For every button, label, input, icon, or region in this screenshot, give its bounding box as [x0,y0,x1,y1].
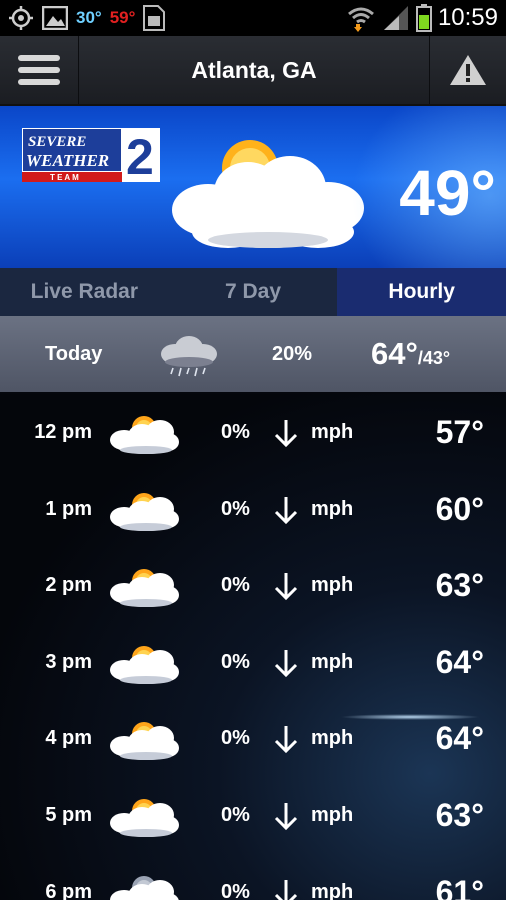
svg-text:T E A M: T E A M [50,173,79,182]
wind-unit: mph [311,804,354,826]
partly-cloudy-night-icon [110,875,179,900]
hour-label: 1 pm [45,497,92,520]
precipitation-value: 0% [221,574,250,597]
wind-unit: mph [311,497,354,520]
current-conditions: SEVERE WEATHER T E A M 2 49° [0,106,506,268]
today-high-low: 64°/43° [371,316,450,396]
sim-card-icon [143,5,166,31]
city-title: Atlanta, GA [191,57,317,83]
menu-button[interactable] [0,36,79,104]
hour-temperature: 60° [435,490,484,527]
partly-cloudy-icon [110,722,179,761]
precipitation-value: 0% [221,804,250,826]
today-label: Today [45,343,103,365]
hourly-row: 2 pm 0% mph 63° [0,547,506,624]
current-temperature: 49° [399,157,496,229]
hour-temperature: 63° [435,567,484,604]
gps-icon [9,6,33,30]
partly-cloudy-icon [110,416,179,454]
svg-text:2: 2 [126,129,154,182]
partly-cloudy-icon [110,645,179,684]
hour-label: 3 pm [45,650,92,673]
precipitation-value: 0% [221,497,250,520]
wifi-icon [347,7,374,32]
svg-text:SEVERE: SEVERE [28,134,86,150]
today-precipitation: 20% [272,343,313,365]
wind-direction-arrow-icon [274,496,298,524]
tab-live-radar[interactable]: Live Radar [0,268,169,316]
wind-direction-arrow-icon [274,573,298,601]
hour-temperature: 57° [435,414,484,450]
hourly-list[interactable]: 12 pm 0% mph 57° 1 pm 0% mph 60° 2 pm 0%… [0,394,506,900]
wind-unit: mph [311,880,354,900]
precipitation-value: 0% [221,421,250,443]
partly-cloudy-icon [110,569,179,608]
hour-label: 4 pm [45,727,92,750]
hourly-row: 4 pm 0% mph 64° [0,700,506,777]
hour-temperature: 64° [435,643,484,680]
title-bar: Atlanta, GA [0,36,506,106]
wind-unit: mph [311,727,354,750]
gallery-icon [42,6,68,30]
signal-icon [383,6,408,30]
status-time: 10:59 [437,4,498,31]
status-bar: 30° 59° 10:59 [0,0,506,36]
hourly-row: 3 pm 0% mph 64° [0,624,506,701]
hour-temperature: 64° [435,720,484,757]
hamburger-menu-icon [18,55,60,85]
wind-unit: mph [311,421,354,443]
partly-cloudy-icon [110,799,179,837]
status-temp-high: 59° [109,8,136,27]
precipitation-value: 0% [221,727,250,750]
hour-label: 6 pm [45,880,92,900]
rain-cloud-icon [161,336,217,377]
today-high: 64° [371,336,418,371]
wind-direction-arrow-icon [274,420,298,448]
alerts-button[interactable] [429,36,506,104]
svg-text:WEATHER: WEATHER [26,151,109,170]
wind-direction-arrow-icon [274,649,298,677]
tab-hourly[interactable]: Hourly [337,268,506,316]
hourly-row: 1 pm 0% mph 60° [0,471,506,548]
wind-unit: mph [311,650,354,673]
warning-icon [450,55,486,85]
wind-direction-arrow-icon [274,726,298,754]
tab-7-day[interactable]: 7 Day [169,268,338,316]
partly-cloudy-icon [172,140,364,248]
hourly-row: 6 pm 0% mph 61° [0,854,506,900]
forecast-tabs: Live Radar 7 Day Hourly [0,268,506,316]
wind-direction-arrow-icon [274,803,298,831]
wind-direction-arrow-icon [274,879,298,900]
hour-temperature: 61° [435,873,484,900]
wind-unit: mph [311,574,354,597]
hour-temperature: 63° [435,797,484,833]
precipitation-value: 0% [221,650,250,673]
hourly-row: 12 pm 0% mph 57° [0,394,506,471]
battery-icon [415,4,432,32]
hour-label: 5 pm [45,804,92,826]
hour-label: 12 pm [34,421,92,443]
today-low: /43° [417,348,451,368]
partly-cloudy-icon [110,492,179,531]
hourly-row: 5 pm 0% mph 63° [0,777,506,854]
hour-label: 2 pm [45,574,92,597]
precipitation-value: 0% [221,880,250,900]
severe-weather-team-logo: SEVERE WEATHER T E A M 2 [22,128,160,182]
today-summary: Today 20% 64°/43° [0,316,506,392]
status-temp-current: 30° [76,8,102,27]
